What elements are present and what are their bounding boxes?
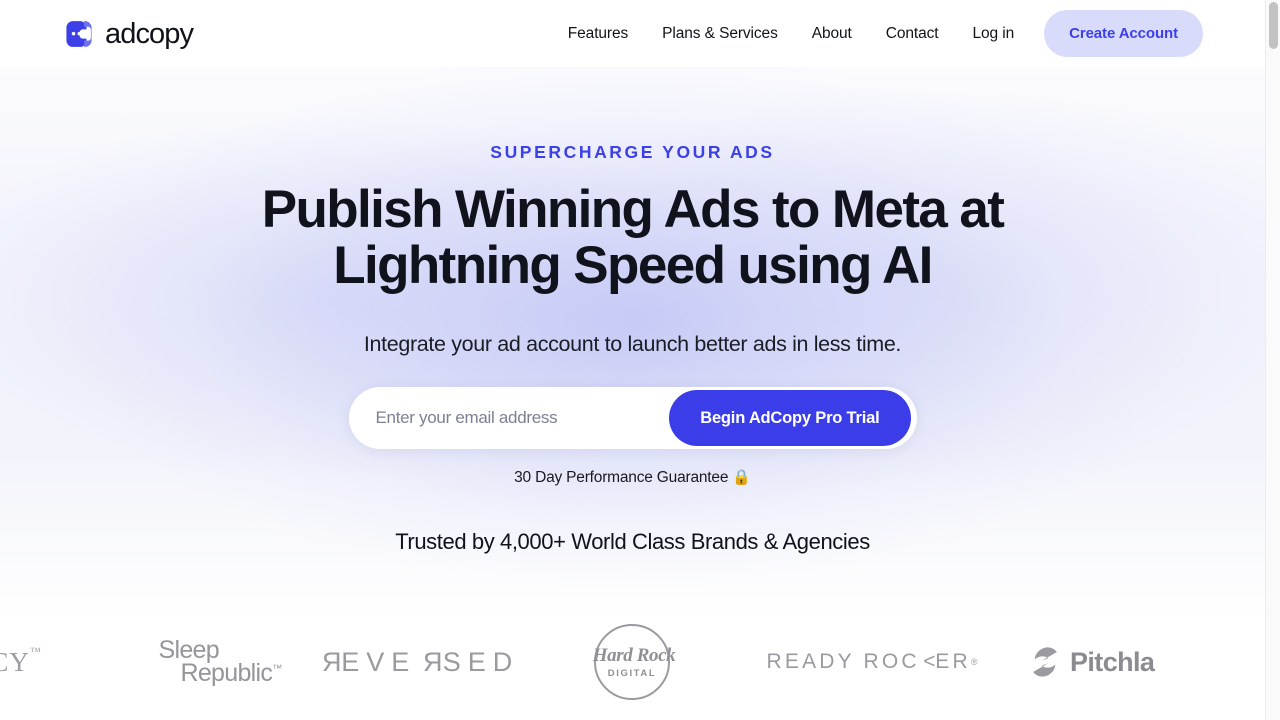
guarantee-note: 30 Day Performance Guarantee 🔒: [0, 468, 1265, 487]
guarantee-label: 30 Day Performance Guarantee: [514, 469, 729, 487]
lock-icon: 🔒: [732, 469, 751, 487]
sleep-republic-line-2: Republic: [180, 659, 273, 687]
client-logo-strip: CY™ Sleep Republic™ REVERSED Hard Rock D…: [0, 618, 1265, 706]
hero-subheadline: Integrate your ad account to launch bett…: [363, 332, 902, 357]
partial-cy-logo-text: CY: [0, 646, 30, 677]
pitchlane-wordmark: Pitchla: [1070, 646, 1155, 677]
hero-headline: Publish Winning Ads to Meta at Lightning…: [0, 182, 1265, 293]
hard-rock-digital-sub: DIGITAL: [607, 667, 657, 679]
brand-name: adcopy: [105, 18, 194, 50]
hard-rock-digital-logo: Hard Rock DIGITAL: [542, 618, 722, 706]
ready-rocker-logo: READY ROC>ER ®: [766, 650, 978, 673]
email-input[interactable]: [348, 390, 670, 447]
main-navigation: Features Plans & Services About Contact …: [551, 10, 1203, 57]
trusted-by-text: Trusted by 4,000+ World Class Brands & A…: [395, 529, 870, 555]
email-signup-form: Begin AdCopy Pro Trial: [348, 387, 917, 450]
trademark-icon: ™: [272, 663, 282, 675]
hero-headline-line-1: Publish Winning Ads to Meta at: [261, 180, 1005, 239]
nav-link-plans-services[interactable]: Plans & Services: [645, 25, 795, 43]
adcopy-chat-bubble-icon: [66, 20, 92, 47]
site-header: adcopy Features Plans & Services About C…: [0, 0, 1265, 67]
sleep-republic-logo: Sleep Republic™: [44, 618, 292, 706]
scrollbar-thumb[interactable]: [1269, 2, 1278, 49]
trademark-icon: ™: [29, 646, 42, 658]
reversed-logo: R EVE R SED: [314, 646, 520, 677]
hard-rock-circle-icon: Hard Rock DIGITAL: [593, 624, 676, 700]
vertical-scrollbar[interactable]: [1265, 0, 1280, 720]
pitchlane-logo: Pitchla: [1026, 618, 1206, 706]
hero-headline-line-2: Lightning Speed using AI: [333, 235, 933, 295]
page-root: adcopy Features Plans & Services About C…: [0, 0, 1265, 720]
begin-trial-button[interactable]: Begin AdCopy Pro Trial: [669, 390, 911, 447]
nav-link-log-in[interactable]: Log in: [955, 25, 1031, 43]
nav-link-about[interactable]: About: [795, 25, 869, 43]
hard-rock-wordmark: Hard Rock: [592, 644, 676, 666]
nav-link-features[interactable]: Features: [551, 25, 645, 43]
create-account-button[interactable]: Create Account: [1044, 10, 1203, 57]
pitchlane-swirl-icon: [1033, 647, 1057, 677]
nav-link-contact[interactable]: Contact: [869, 25, 956, 43]
partial-cy-logo: CY™: [0, 618, 44, 706]
hero-section: SUPERCHARGE YOUR ADS Publish Winning Ads…: [0, 67, 1265, 555]
hero-eyebrow: SUPERCHARGE YOUR ADS: [490, 142, 775, 162]
brand-logo[interactable]: adcopy: [62, 17, 194, 51]
registered-icon: ®: [970, 657, 978, 667]
